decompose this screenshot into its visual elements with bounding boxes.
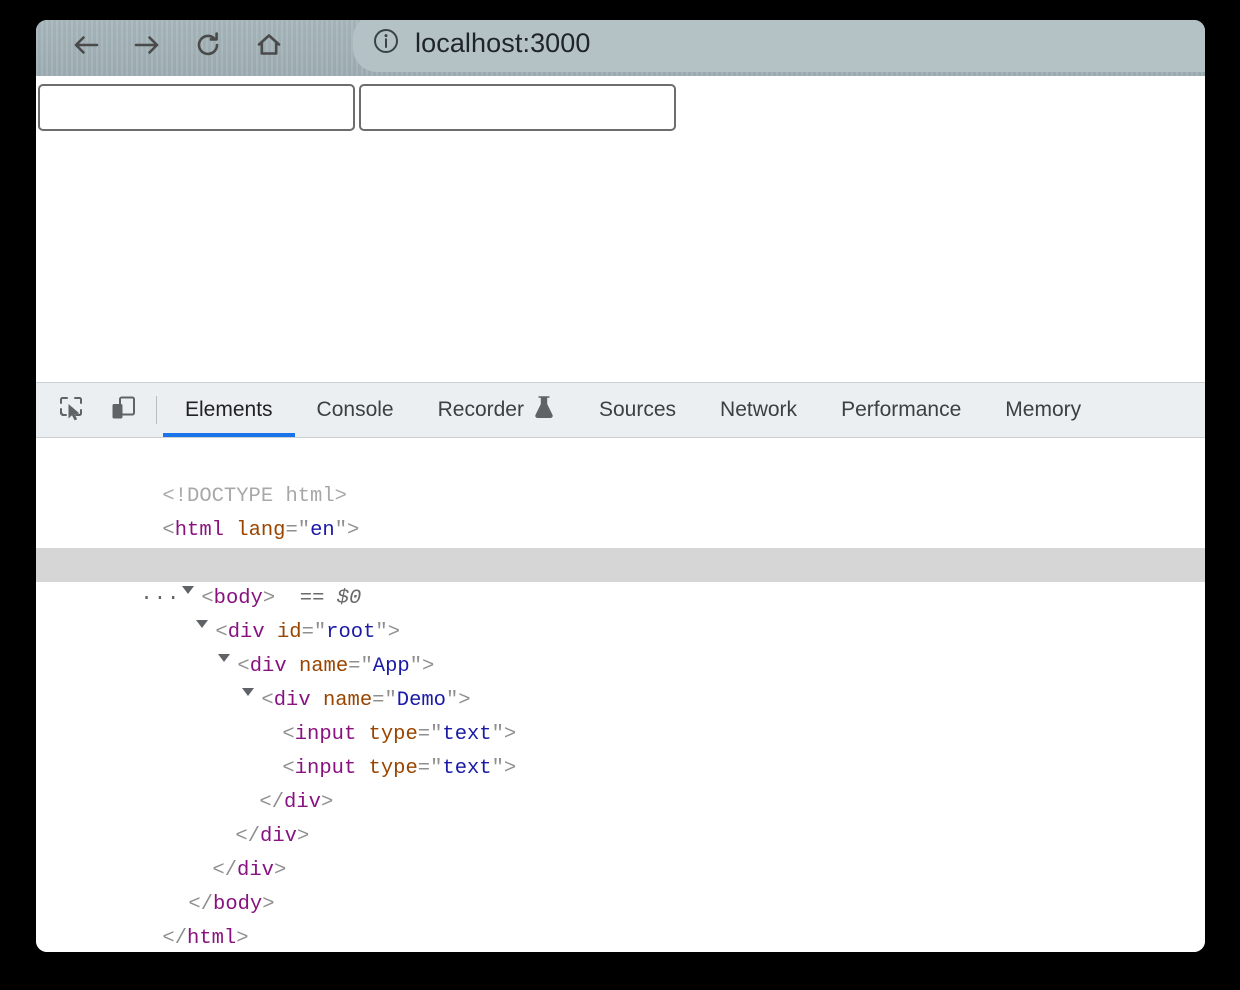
dom-row-input-1[interactable]: <input type="text"> [36, 684, 1205, 746]
page-viewport [36, 76, 1205, 382]
url-text: localhost:3000 [415, 27, 591, 58]
flask-icon [533, 395, 555, 425]
tab-recorder[interactable]: Recorder [416, 383, 577, 437]
tab-console[interactable]: Console [295, 383, 416, 437]
tab-network[interactable]: Network [698, 383, 819, 437]
dom-row-body-close[interactable]: </body> [36, 854, 1205, 916]
tab-recorder-label: Recorder [437, 398, 524, 421]
tab-performance[interactable]: Performance [819, 383, 983, 437]
dom-tree: <!DOCTYPE html> <html lang="en"> <head>…… [36, 438, 1205, 950]
arrow-left-icon [69, 28, 103, 62]
dom-row-doctype[interactable]: <!DOCTYPE html> [36, 446, 1205, 508]
demo-container [36, 84, 1205, 131]
tab-elements[interactable]: Elements [163, 383, 295, 437]
dom-row-body-open[interactable]: ··· <body> == $0 [36, 548, 1205, 610]
tab-sources-label: Sources [598, 398, 677, 421]
arrow-right-icon [130, 28, 164, 62]
dom-row-div-root-close[interactable]: </div> [36, 820, 1205, 882]
address-bar[interactable]: localhost:3000 [353, 20, 1205, 72]
devtools-toolbar: Elements Console Recorder Sources Networ… [36, 383, 1205, 438]
device-toolbar-icon [108, 393, 138, 428]
dom-row-div-app-close[interactable]: </div> [36, 786, 1205, 848]
dom-row-head[interactable]: <head>…</head> [36, 514, 1205, 576]
dom-row-div-demo[interactable]: <div name="Demo"> [36, 650, 1205, 712]
home-button[interactable] [249, 25, 289, 65]
tab-memory-label: Memory [1005, 398, 1082, 421]
tab-performance-label: Performance [841, 398, 962, 421]
navigation-buttons [66, 20, 289, 70]
devtools-panel: Elements Console Recorder Sources Networ… [36, 382, 1205, 952]
device-toolbar-button[interactable] [106, 393, 140, 427]
tag-name-html-close: html [187, 927, 237, 950]
toolbar-divider [156, 396, 157, 424]
reload-icon [191, 28, 225, 62]
home-icon [252, 28, 286, 62]
tab-network-label: Network [720, 398, 798, 421]
browser-window: localhost:3000 Elements Console Recorder… [36, 20, 1205, 952]
tab-memory[interactable]: Memory [983, 383, 1103, 437]
tab-elements-label: Elements [185, 398, 273, 421]
dom-row-html-close[interactable]: </html> [36, 888, 1205, 950]
demo-input-2[interactable] [359, 84, 676, 131]
devtools-tool-buttons [36, 383, 156, 437]
browser-toolbar: localhost:3000 [36, 20, 1205, 76]
demo-input-1[interactable] [38, 84, 355, 131]
reload-button[interactable] [188, 25, 228, 65]
inspect-element-icon [56, 393, 86, 428]
dom-row-div-root[interactable]: <div id="root"> [36, 582, 1205, 644]
back-button[interactable] [66, 25, 106, 65]
info-icon[interactable] [371, 26, 401, 61]
dom-row-html-open[interactable]: <html lang="en"> [36, 480, 1205, 542]
inspect-element-button[interactable] [54, 393, 88, 427]
dom-row-div-app[interactable]: <div name="App"> [36, 616, 1205, 678]
tab-console-label: Console [316, 398, 394, 421]
devtools-tabs: Elements Console Recorder Sources Networ… [163, 383, 1103, 437]
dom-row-div-demo-close[interactable]: </div> [36, 752, 1205, 814]
forward-button[interactable] [127, 25, 167, 65]
dom-row-input-2[interactable]: <input type="text"> [36, 718, 1205, 780]
tab-sources[interactable]: Sources [577, 383, 698, 437]
